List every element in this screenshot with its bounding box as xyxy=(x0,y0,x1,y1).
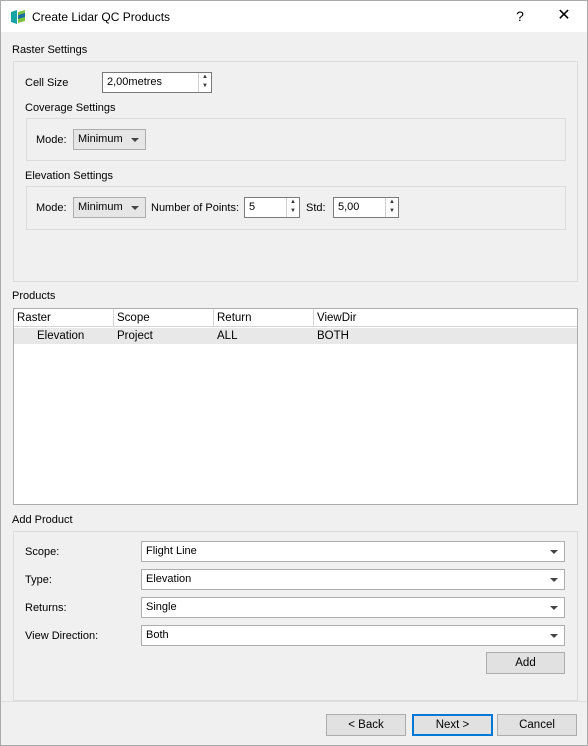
title-bar: Create Lidar QC Products ? ✕ xyxy=(1,1,587,32)
add-product-label: Add Product xyxy=(12,514,73,526)
cell-scope: Project xyxy=(117,330,153,342)
chevron-down-icon xyxy=(550,634,558,638)
column-header-raster[interactable]: Raster xyxy=(14,309,114,327)
coverage-settings-label: Coverage Settings xyxy=(25,102,116,114)
column-header-viewdir[interactable]: ViewDir xyxy=(314,309,577,327)
products-table-header: Raster Scope Return ViewDir xyxy=(14,309,577,327)
chevron-down-icon xyxy=(550,606,558,610)
back-button[interactable]: < Back xyxy=(326,714,406,736)
products-table[interactable]: Raster Scope Return ViewDir Elevation Pr… xyxy=(13,308,578,505)
number-of-points-spinbox[interactable]: 5 ▲ ▼ xyxy=(244,197,300,218)
coverage-mode-select[interactable]: Minimum xyxy=(73,129,146,150)
view-direction-label: View Direction: xyxy=(25,630,99,642)
column-header-scope[interactable]: Scope xyxy=(114,309,214,327)
help-button[interactable]: ? xyxy=(509,5,531,27)
app-logo-icon xyxy=(11,10,25,24)
cell-size-value: 2,00metres xyxy=(107,76,163,88)
cell-raster: Elevation xyxy=(37,330,85,342)
column-header-return[interactable]: Return xyxy=(214,309,314,327)
number-of-points-label: Number of Points: xyxy=(151,202,240,214)
cell-size-spinbox[interactable]: 2,00metres ▲ ▼ xyxy=(102,72,212,93)
chevron-down-icon xyxy=(550,578,558,582)
type-value: Elevation xyxy=(146,573,192,585)
scope-value: Flight Line xyxy=(146,545,197,557)
spin-down-icon[interactable]: ▼ xyxy=(386,207,398,216)
close-button[interactable]: ✕ xyxy=(553,5,575,27)
spin-up-icon[interactable]: ▲ xyxy=(199,73,211,82)
type-select[interactable]: Elevation xyxy=(141,569,565,590)
elevation-mode-select[interactable]: Minimum xyxy=(73,197,146,218)
returns-label: Returns: xyxy=(25,602,67,614)
dialog-window: Create Lidar QC Products ? ✕ Raster Sett… xyxy=(0,0,588,746)
elevation-mode-label: Mode: xyxy=(36,202,67,214)
std-value: 5,00 xyxy=(338,201,360,213)
returns-value: Single xyxy=(146,601,177,613)
view-direction-value: Both xyxy=(146,629,169,641)
coverage-mode-label: Mode: xyxy=(36,134,67,146)
elevation-settings-label: Elevation Settings xyxy=(25,170,114,182)
cell-viewdir: BOTH xyxy=(317,330,349,342)
spin-down-icon[interactable]: ▼ xyxy=(287,207,299,216)
scope-select[interactable]: Flight Line xyxy=(141,541,565,562)
spin-up-icon[interactable]: ▲ xyxy=(386,198,398,207)
cancel-button[interactable]: Cancel xyxy=(497,714,577,736)
scope-label: Scope: xyxy=(25,546,60,558)
chevron-down-icon xyxy=(550,550,558,554)
add-button[interactable]: Add xyxy=(486,652,565,674)
coverage-mode-value: Minimum xyxy=(78,133,123,145)
cell-size-label: Cell Size xyxy=(25,77,69,89)
products-label: Products xyxy=(12,290,56,302)
returns-select[interactable]: Single xyxy=(141,597,565,618)
raster-settings-label: Raster Settings xyxy=(12,44,88,56)
spin-up-icon[interactable]: ▲ xyxy=(287,198,299,207)
spin-down-icon[interactable]: ▼ xyxy=(199,82,211,91)
cell-return: ALL xyxy=(217,330,238,342)
number-of-points-value: 5 xyxy=(249,201,256,213)
std-spinbox[interactable]: 5,00 ▲ ▼ xyxy=(333,197,399,218)
type-label: Type: xyxy=(25,574,52,586)
elevation-mode-value: Minimum xyxy=(78,201,123,213)
table-row[interactable]: Elevation Project ALL BOTH xyxy=(14,328,577,344)
chevron-down-icon xyxy=(131,138,139,142)
window-title: Create Lidar QC Products xyxy=(32,10,171,24)
view-direction-select[interactable]: Both xyxy=(141,625,565,646)
chevron-down-icon xyxy=(131,206,139,210)
std-label: Std: xyxy=(306,202,326,214)
next-button[interactable]: Next > xyxy=(412,714,493,736)
